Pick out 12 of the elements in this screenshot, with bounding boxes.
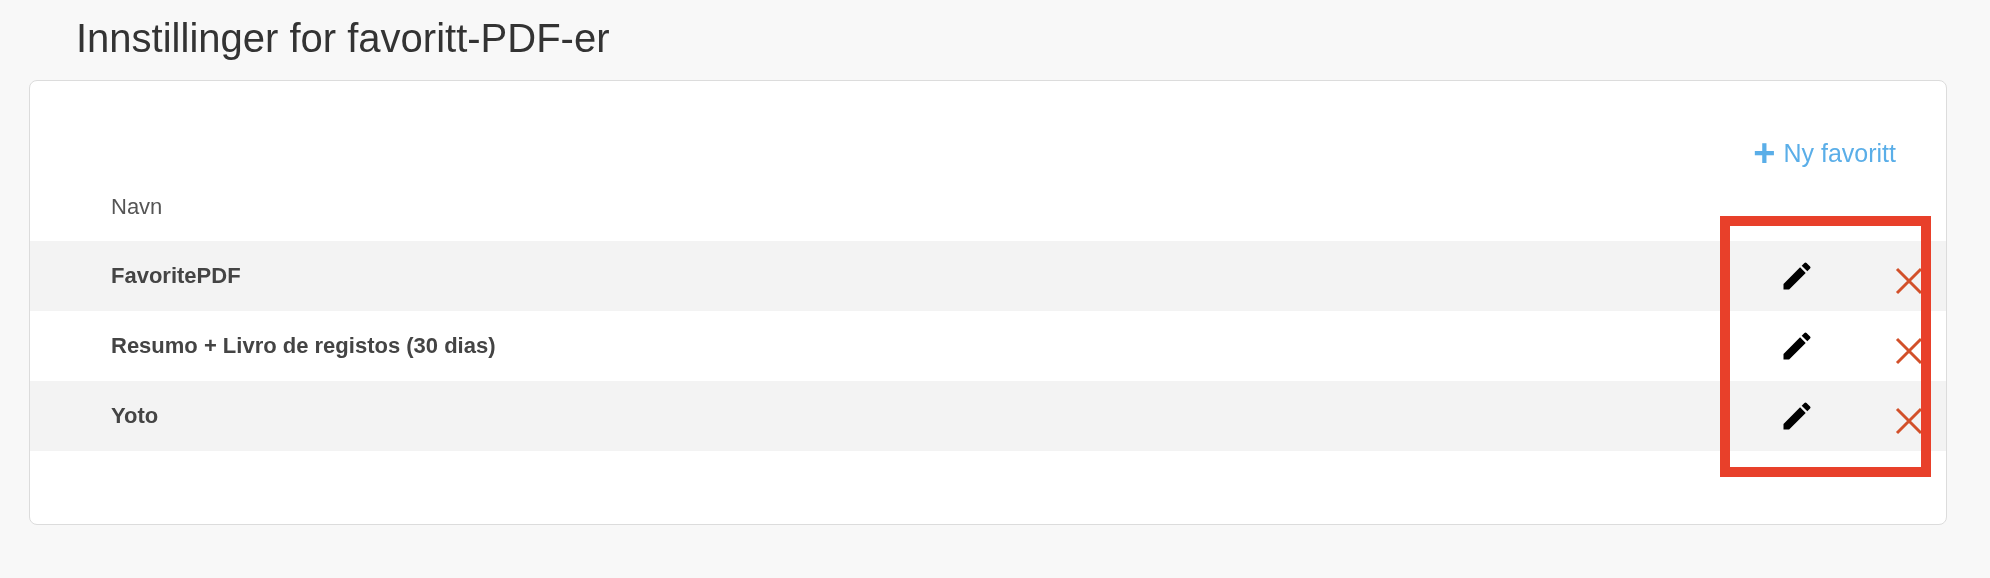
page-title: Innstillinger for favoritt-PDF-er [75, 15, 611, 62]
favorite-name: FavoritePDF [110, 263, 242, 289]
close-icon [1895, 337, 1923, 365]
close-icon [1895, 407, 1923, 435]
delete-button[interactable] [1895, 407, 1923, 435]
column-header: Navn [111, 194, 163, 220]
close-icon [1895, 267, 1923, 295]
delete-button[interactable] [1895, 337, 1923, 365]
delete-button[interactable] [1895, 267, 1923, 295]
favorite-name: Resumo + Livro de registos (30 dias) [110, 333, 497, 359]
favorite-name: Yoto [110, 403, 160, 429]
new-favorite-button[interactable]: + Ny favoritt [1753, 133, 1896, 173]
